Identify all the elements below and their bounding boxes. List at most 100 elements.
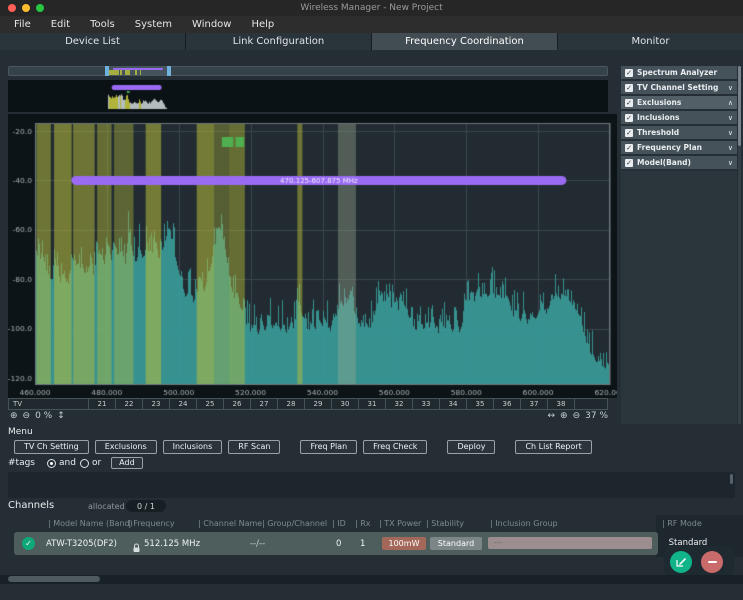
tab-frequency-coordination[interactable]: Frequency Coordination	[372, 33, 558, 50]
panel-item-label: Model(Band)	[637, 158, 724, 167]
menubar-item-system[interactable]: System	[135, 19, 172, 30]
check-icon: ✓	[626, 159, 632, 167]
menubar-item-edit[interactable]: Edit	[51, 19, 70, 30]
panel-item-exclusions[interactable]: ✓Exclusions∧	[621, 96, 737, 109]
tv-channel-23[interactable]: 23	[143, 399, 170, 409]
zoom-in-icon[interactable]: ⊕	[10, 411, 18, 421]
tx-power-badge[interactable]: 100mW	[382, 537, 426, 550]
inclusion-group-field[interactable]: ---	[488, 537, 652, 549]
lock-icon	[132, 538, 141, 557]
menubar-item-window[interactable]: Window	[192, 19, 231, 30]
frequency-cell: 512.125 MHz	[144, 539, 200, 549]
vertical-range-icon[interactable]: ↕	[57, 411, 65, 421]
chevron-down-icon[interactable]: ∨	[728, 159, 733, 167]
panel-item-inclusions[interactable]: ✓ Inclusions ∨	[621, 111, 737, 124]
menubar-item-tools[interactable]: Tools	[90, 19, 115, 30]
right-panel-scrollbar-thumb[interactable]	[738, 66, 741, 146]
tv-channel-30[interactable]: 30	[332, 399, 359, 409]
check-icon: ✓	[626, 84, 632, 92]
tv-channel-27[interactable]: 27	[251, 399, 278, 409]
chevron-up-icon[interactable]: ∧	[728, 99, 733, 107]
tv-channel-38[interactable]: 38	[548, 399, 575, 409]
zoom-out-icon[interactable]: ⊖	[23, 411, 31, 421]
id-cell: 0	[336, 539, 341, 549]
stability-badge[interactable]: Standard	[430, 537, 482, 550]
tab-monitor[interactable]: Monitor	[558, 33, 743, 50]
checkbox-icon[interactable]: ✓	[625, 144, 633, 152]
checkbox-icon[interactable]: ✓	[625, 84, 633, 92]
spectrum-overview-canvas[interactable]	[8, 80, 608, 112]
title-bar: Wireless Manager - New Project	[0, 0, 743, 16]
chevron-down-icon[interactable]: ∨	[728, 144, 733, 152]
check-icon: ✓	[626, 144, 632, 152]
panel-item-spectrum-analyzer[interactable]: ✓ Spectrum Analyzer	[621, 66, 737, 79]
minimap-band-mark	[117, 70, 119, 75]
inclusions-button[interactable]: Inclusions	[163, 440, 223, 454]
panel-item-label: Spectrum Analyzer	[637, 68, 733, 77]
chevron-down-icon[interactable]: ∨	[728, 84, 733, 92]
spectrum-minimap[interactable]	[8, 66, 608, 76]
checkbox-icon[interactable]: ✓	[625, 69, 633, 77]
chevron-down-icon[interactable]: ∨	[728, 129, 733, 137]
horizontal-range-icon[interactable]: ↔	[547, 411, 555, 421]
tv-channel-24[interactable]: 24	[170, 399, 197, 409]
panel-item-label: Frequency Plan	[637, 143, 724, 152]
tag-logic-and-radio[interactable]: and	[47, 458, 76, 468]
exclusions-button[interactable]: Exclusions	[95, 440, 157, 454]
panel-item-tv-channel-setting[interactable]: ✓ TV Channel Setting ∨	[621, 81, 737, 94]
tag-list-scrollbar-thumb[interactable]	[730, 474, 733, 484]
panel-item-label: Inclusions	[637, 113, 724, 122]
tv-channel-35[interactable]: 35	[467, 399, 494, 409]
tv-channel-34[interactable]: 34	[440, 399, 467, 409]
tv-channel-31[interactable]: 31	[359, 399, 386, 409]
tags-row: #tags andor Add	[8, 457, 143, 469]
tab-device-list[interactable]: Device List	[0, 33, 186, 50]
tag-logic-or-radio[interactable]: or	[80, 458, 101, 468]
checkbox-icon[interactable]: ✓	[625, 159, 633, 167]
tv-channel-33[interactable]: 33	[413, 399, 440, 409]
tv-channel-28[interactable]: 28	[278, 399, 305, 409]
menu-section-title: Menu	[8, 427, 33, 437]
tv-channel-37[interactable]: 37	[521, 399, 548, 409]
checkbox-icon[interactable]: ✓	[625, 99, 633, 107]
right-panel-scrollbar[interactable]	[738, 66, 741, 424]
add-tag-button[interactable]: Add	[111, 457, 143, 469]
freq-check-button[interactable]: Freq Check	[363, 440, 427, 454]
checkbox-icon[interactable]: ✓	[625, 129, 633, 137]
tab-link-configuration[interactable]: Link Configuration	[186, 33, 372, 50]
tv-channel-25[interactable]: 25	[197, 399, 224, 409]
panel-item-model-band[interactable]: ✓ Model(Band) ∨	[621, 156, 737, 169]
table-row[interactable]: ✓ATW-T3205(DF2)512.125 MHz--/--01100mWSt…	[14, 532, 658, 555]
rx-cell: 1	[360, 539, 365, 549]
panel-item-threshold[interactable]: ✓Threshold∨	[621, 126, 737, 139]
checkbox-icon[interactable]: ✓	[625, 114, 633, 122]
zoom-level-right: 37 %	[585, 411, 608, 421]
minimap-right-handle[interactable]	[167, 66, 171, 76]
zoom-in-icon[interactable]: ⊕	[560, 411, 568, 421]
menubar-item-help[interactable]: Help	[251, 19, 274, 30]
remove-channel-button[interactable]	[701, 551, 723, 573]
tag-list-area[interactable]	[8, 472, 735, 498]
horizontal-scrollbar-thumb[interactable]	[8, 576, 100, 582]
horizontal-scrollbar[interactable]	[0, 575, 743, 584]
tv-channel-32[interactable]: 32	[386, 399, 413, 409]
radio-or-label: or	[92, 458, 101, 468]
panel-item-label: TV Channel Setting	[637, 83, 724, 92]
zoom-out-icon[interactable]: ⊖	[573, 411, 581, 421]
tv-channel-22[interactable]: 22	[116, 399, 143, 409]
freq-plan-button[interactable]: Freq Plan	[300, 440, 357, 454]
minimap-viewport[interactable]	[109, 67, 167, 75]
tv-ch-setting-button[interactable]: TV Ch Setting	[14, 440, 89, 454]
spectrum-analyzer-canvas[interactable]	[8, 114, 617, 398]
tv-channel-26[interactable]: 26	[224, 399, 251, 409]
edit-channel-button[interactable]	[670, 551, 692, 573]
tv-channel-29[interactable]: 29	[305, 399, 332, 409]
rf-scan-button[interactable]: RF Scan	[228, 440, 280, 454]
menubar-item-file[interactable]: File	[14, 19, 31, 30]
tv-channel-21[interactable]: 21	[89, 399, 116, 409]
panel-item-frequency-plan[interactable]: ✓ Frequency Plan ∨	[621, 141, 737, 154]
tv-channel-36[interactable]: 36	[494, 399, 521, 409]
chevron-down-icon[interactable]: ∨	[728, 114, 733, 122]
deploy-button[interactable]: Deploy	[447, 440, 495, 454]
ch-list-report-button[interactable]: Ch List Report	[515, 440, 591, 454]
